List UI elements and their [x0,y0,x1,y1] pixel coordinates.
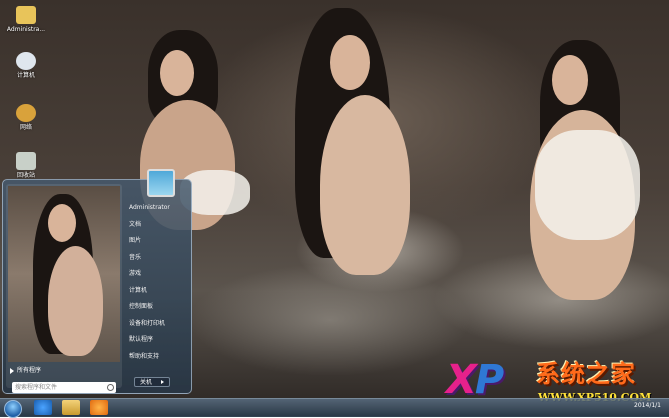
desktop-icon-label: 计算机 [16,72,35,79]
arrow-right-icon [10,367,14,374]
start-item-music[interactable]: 音乐 [125,254,189,271]
start-item-default-programs[interactable]: 默认程序 [125,336,189,353]
start-menu-right-pane: Administrator 文档 图片 音乐 游戏 计算机 控制面板 设备和打印… [125,169,189,388]
shutdown-button[interactable]: 关机 [134,377,170,387]
desktop-icon-recycle-bin[interactable]: 回收站 [4,152,48,180]
all-programs-button[interactable]: 所有程序 [8,366,122,376]
network-icon [16,104,36,122]
start-item-documents[interactable]: 文档 [125,221,189,238]
desktop-icon-computer[interactable]: 计算机 [4,52,48,80]
start-item-control-panel[interactable]: 控制面板 [125,303,189,320]
start-item-computer[interactable]: 计算机 [125,287,189,304]
taskbar-clock[interactable]: 2014/1/1 [634,402,661,409]
start-item-user[interactable]: Administrator [125,204,189,221]
start-menu-left-pane: 所有程序 搜索程序和文件 [6,184,122,393]
shutdown-options-arrow-icon[interactable] [161,380,164,384]
ie-icon[interactable] [34,400,52,415]
recycle-bin-icon [16,152,36,170]
explorer-icon[interactable] [62,400,80,415]
desktop-icon-label: 网络 [19,124,32,131]
taskbar: 2014/1/1 [0,398,669,418]
media-player-icon[interactable] [90,400,108,415]
computer-icon [16,52,36,70]
brand-letters: XP [446,357,504,403]
desktop-icon-user-folder[interactable]: Administra... [4,6,48,34]
user-avatar[interactable] [147,169,175,197]
all-programs-label: 所有程序 [17,367,42,374]
folder-icon [16,6,36,24]
start-item-help-support[interactable]: 帮助和支持 [125,353,189,370]
desktop-icon-network[interactable]: 网络 [4,104,48,132]
start-button[interactable] [4,400,22,418]
start-search-input[interactable]: 搜索程序和文件 [12,382,116,393]
search-placeholder: 搜索程序和文件 [15,384,58,391]
start-menu-preview-image [8,186,120,362]
desktop-icon-label: Administra... [6,26,46,33]
start-menu: 所有程序 搜索程序和文件 Administrator 文档 图片 音乐 游戏 计… [2,169,192,394]
start-item-pictures[interactable]: 图片 [125,237,189,254]
search-icon[interactable] [107,384,114,391]
brand-name: 系统之家 [536,360,636,388]
start-item-devices-printers[interactable]: 设备和打印机 [125,320,189,337]
start-item-games[interactable]: 游戏 [125,270,189,287]
